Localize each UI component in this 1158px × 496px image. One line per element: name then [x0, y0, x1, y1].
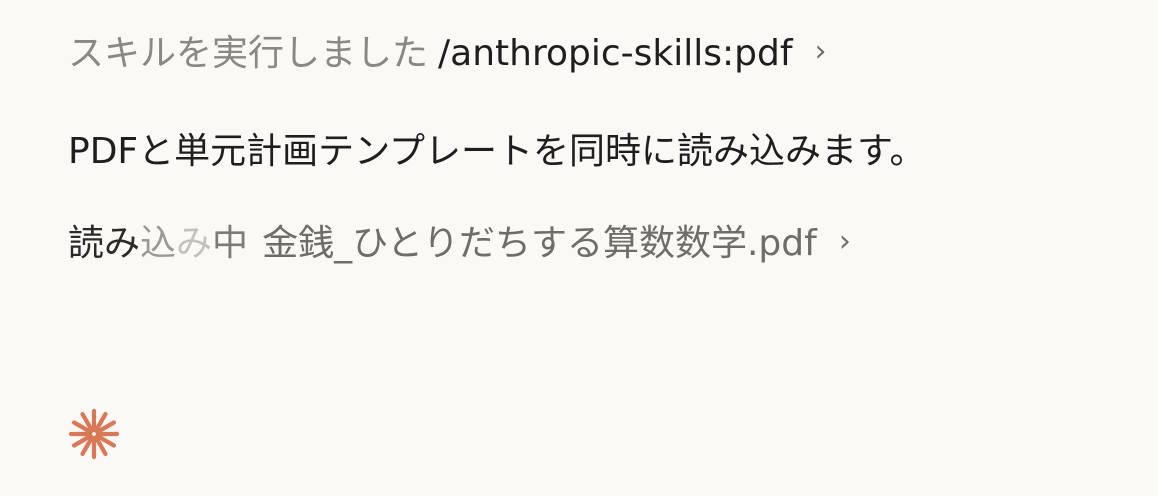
- file-loading-row[interactable]: 読み込み中 金銭_ひとりだちする算数数学.pdf ›: [68, 222, 851, 266]
- file-expand-chevron-icon[interactable]: ›: [839, 220, 851, 264]
- loading-status-part: 込: [140, 223, 177, 264]
- skill-expand-chevron-icon[interactable]: ›: [815, 30, 827, 74]
- loading-status-part: 中: [212, 223, 249, 264]
- loading-status-part: み: [176, 223, 213, 264]
- assistant-message-text: PDFと単元計画テンプレートを同時に読み込みます。: [68, 131, 926, 172]
- loading-status-part: 読み: [68, 223, 141, 264]
- loading-file-name[interactable]: 金銭_ひとりだちする算数数学.pdf: [262, 222, 817, 266]
- skill-run-prefix: スキルを実行しました: [68, 33, 429, 74]
- skill-run-row[interactable]: スキルを実行しました /anthropic-skills:pdf ›: [68, 32, 827, 76]
- assistant-message: PDFと単元計画テンプレートを同時に読み込みます。: [68, 130, 925, 174]
- skill-name-link[interactable]: /anthropic-skills:pdf: [438, 32, 792, 76]
- loading-status-text: 読み込み中: [68, 222, 248, 266]
- asterisk-spinner-icon: [68, 408, 120, 460]
